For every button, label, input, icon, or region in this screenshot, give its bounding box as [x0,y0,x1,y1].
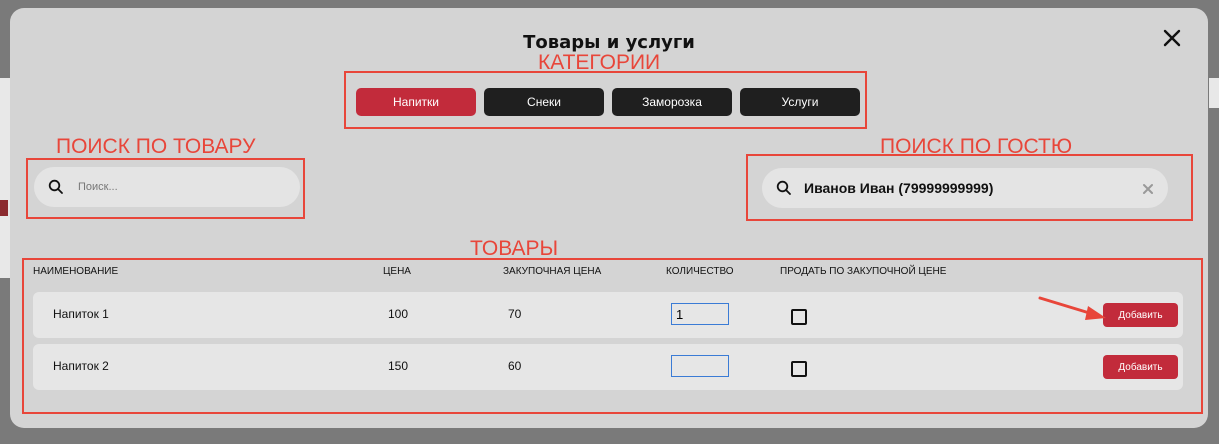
column-header-purchase-price: ЗАКУПОЧНАЯ ЦЕНА [503,266,602,277]
annotation-categories-label: КАТЕГОРИИ [538,51,661,74]
modal-title: Товары и услуги [523,32,695,53]
guest-search-field[interactable]: Иванов Иван (79999999999) [762,168,1168,208]
add-button[interactable]: Добавить [1103,355,1178,379]
close-icon[interactable] [1160,26,1184,50]
product-purchase-price: 60 [508,359,522,373]
sell-at-purchase-checkbox[interactable] [791,361,807,377]
column-header-name: НАИМЕНОВАНИЕ [33,266,119,277]
search-icon [776,180,792,196]
product-price: 100 [388,307,409,321]
category-snacks-button[interactable]: Снеки [484,88,604,116]
background-accent-mark [0,200,8,216]
clear-guest-icon[interactable] [1142,182,1154,194]
annotation-arrow-icon [1038,296,1106,320]
background-app-fragment [0,78,10,278]
category-services-button[interactable]: Услуги [740,88,860,116]
background-app-fragment [1209,78,1219,108]
product-search-field[interactable] [34,167,300,207]
products-services-modal: Товары и услуги КАТЕГОРИИ Напитки Снеки … [10,8,1208,428]
product-purchase-price: 70 [508,307,522,321]
table-row: Напиток 1 100 70 Добавить [33,292,1183,338]
quantity-input[interactable] [671,303,729,325]
category-frozen-button[interactable]: Заморозка [612,88,732,116]
product-price: 150 [388,359,409,373]
search-icon [48,179,64,195]
category-drinks-button[interactable]: Напитки [356,88,476,116]
selected-guest-text[interactable]: Иванов Иван (79999999999) [804,180,1142,196]
column-header-quantity: КОЛИЧЕСТВО [666,266,734,277]
quantity-input[interactable] [671,355,729,377]
table-row: Напиток 2 150 60 Добавить [33,344,1183,390]
add-button[interactable]: Добавить [1103,303,1178,327]
product-name: Напиток 1 [53,307,109,321]
product-name: Напиток 2 [53,359,109,373]
annotation-products-label: ТОВАРЫ [470,237,559,260]
column-header-price: ЦЕНА [383,266,411,277]
column-header-sell-at-purchase: ПРОДАТЬ ПО ЗАКУПОЧНОЙ ЦЕНЕ [780,266,947,277]
sell-at-purchase-checkbox[interactable] [791,309,807,325]
product-search-input[interactable] [76,180,300,194]
annotation-product-search-label: ПОИСК ПО ТОВАРУ [56,135,256,158]
